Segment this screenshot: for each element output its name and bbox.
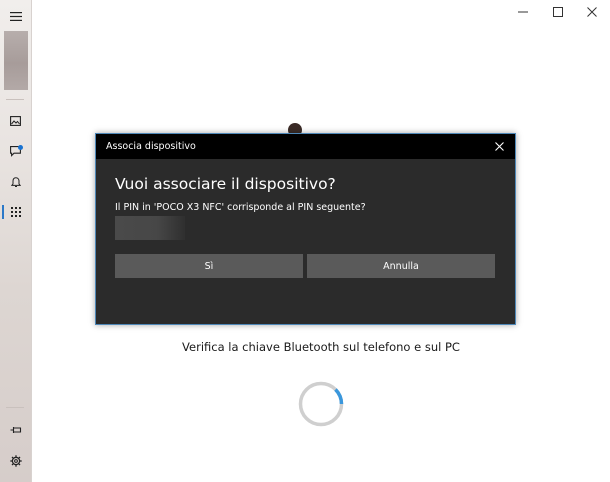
cancel-button[interactable]: Annulla [307, 254, 495, 278]
close-icon [587, 7, 597, 17]
dialog-titlebar: Associa dispositivo [96, 134, 515, 159]
dialog-heading: Vuoi associare il dispositivo? [115, 175, 336, 193]
settings-button[interactable] [0, 448, 31, 474]
minimize-button[interactable] [505, 0, 541, 24]
pin-button[interactable] [0, 417, 31, 443]
rail-divider [6, 407, 24, 408]
rail-divider [6, 99, 24, 100]
nav-item-apps[interactable] [0, 199, 31, 225]
nav-item-messages[interactable] [0, 138, 31, 164]
messages-badge [18, 145, 23, 150]
menu-button[interactable] [0, 3, 31, 29]
pin-code-redacted [115, 216, 185, 240]
avatar[interactable] [4, 31, 28, 90]
pin-icon [10, 427, 21, 433]
minimize-icon [518, 11, 528, 13]
nav-rail [0, 0, 32, 482]
dialog-close-button[interactable] [493, 140, 505, 152]
verify-status-text: Verifica la chiave Bluetooth sul telefon… [182, 340, 460, 354]
maximize-icon [553, 7, 563, 17]
hamburger-icon [9, 11, 22, 21]
apps-icon [10, 207, 21, 217]
nav-item-notifications[interactable] [0, 169, 31, 195]
pair-device-dialog: Associa dispositivo Vuoi associare il di… [95, 133, 516, 325]
close-icon [494, 141, 504, 151]
dialog-message: Il PIN in 'POCO X3 NFC' corrisponde al P… [115, 202, 366, 213]
notifications-icon [10, 176, 21, 187]
dialog-title: Associa dispositivo [106, 141, 196, 152]
close-window-button[interactable] [574, 0, 610, 24]
nav-item-photos[interactable] [0, 108, 31, 134]
loading-spinner-icon [298, 381, 344, 427]
photos-icon [10, 116, 21, 126]
maximize-button[interactable] [540, 0, 576, 24]
settings-icon [9, 455, 22, 467]
yes-button[interactable]: Sì [115, 254, 303, 278]
